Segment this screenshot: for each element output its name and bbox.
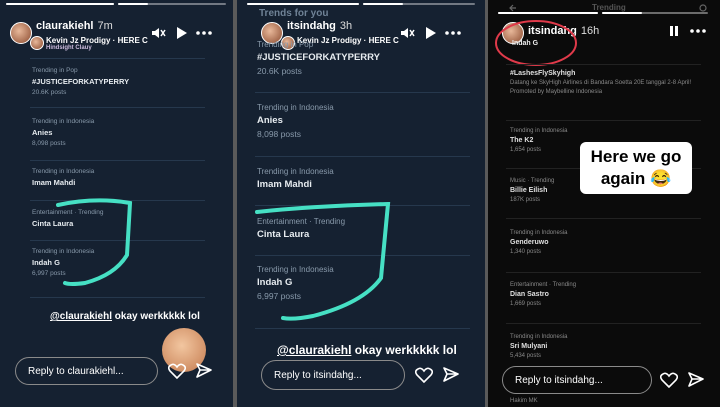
mute-icon[interactable] [150,25,166,41]
divider [506,218,701,219]
time-ago: 16h [580,25,600,37]
more-icon[interactable] [196,30,212,36]
username[interactable]: claurakiehl 7m [36,20,113,32]
story-panel-1[interactable]: claurakiehl 7m Kevin Jz Prodigy · HERE C … [0,0,233,407]
send-icon[interactable] [195,362,213,380]
scribble-drawing [56,198,133,286]
divider [506,120,701,121]
story-progress-segment [363,3,475,5]
more-icon[interactable] [690,28,706,34]
story-progress-segment [6,3,114,5]
pause-icon[interactable] [668,25,680,37]
trend-item[interactable]: Entertainment · Trending Dian Sastro 1,6… [510,282,720,307]
username[interactable]: itsindahg 3h [287,20,352,32]
mention-text[interactable]: @claurakiehl okay werkkkkk lol [50,311,200,322]
trend-item[interactable]: Trending in Pop #JUSTICEFORKATYPERRY 20.… [32,67,233,96]
story-panel-3[interactable]: Trending itsindahg 16h Indah G #LashesFly… [488,0,720,407]
divider [255,92,470,93]
divider [30,107,205,108]
trend-item[interactable]: Trending in Indonesia Anies 8,098 posts [32,118,233,147]
divider [255,328,470,329]
trend-item[interactable]: Trending in Indonesia Anies 8,098 posts [257,103,485,139]
story-progress-segment [118,3,226,5]
music-sublabel: Hindsight Clauy [46,45,92,51]
page-header-partial: Trends for you [259,8,329,19]
reply-input[interactable]: Reply to claurakiehl... [15,357,158,385]
trend-item[interactable]: Trending in Indonesia Genderuwo 1,340 po… [510,230,720,255]
story-progress-segment [602,12,708,14]
scribble-drawing [255,201,391,321]
divider [255,156,470,157]
story-progress-segment [498,12,598,14]
story-panel-2[interactable]: Trends for you itsindahg 3h Kevin Jz Prod… [237,0,485,407]
trend-item[interactable]: Trending in Pop #JUSTICEFORKATYPERRY 20.… [257,40,485,76]
time-ago: 3h [339,20,353,32]
time-ago: 7m [97,20,113,32]
divider [30,160,205,161]
story-progress-segment [247,3,359,5]
reply-input[interactable]: Reply to itsindahg... [502,366,652,394]
play-icon[interactable] [423,26,437,40]
music-label[interactable]: Kevin Jz Prodigy · HERE C [46,36,148,45]
more-icon[interactable] [445,30,461,36]
trend-item[interactable]: Trending in Indonesia Sri Mulyani 5,434 … [510,334,720,359]
mute-icon[interactable] [399,25,415,41]
promoted-item[interactable]: #LashesFlySkyhigh Datang ke SkyHigh Airl… [510,70,720,95]
text-sticker: Here we go again 😂 [580,142,692,194]
divider [30,297,205,298]
heart-icon[interactable] [415,366,433,384]
trend-item[interactable]: Trending in Indonesia Imam Mahdi [257,167,485,190]
trend-item[interactable]: Trending in Indonesia Imam Mahdi [32,168,233,187]
music-avatar [30,36,44,50]
divider [506,323,701,324]
circle-annotation [495,20,577,66]
play-icon[interactable] [174,26,188,40]
trend-item-partial: Hakim MK [510,398,538,404]
reply-input[interactable]: Reply to itsindahg... [261,360,405,390]
divider [30,58,205,59]
heart-icon[interactable] [660,371,678,389]
send-icon[interactable] [442,366,460,384]
mention-text[interactable]: @claurakiehl okay werkkkkk lol [277,343,457,357]
page-header-partial: Trending [592,3,626,12]
heart-icon[interactable] [168,362,186,380]
divider [506,272,701,273]
divider [506,64,701,65]
avatar[interactable] [10,22,32,44]
send-icon[interactable] [687,371,705,389]
